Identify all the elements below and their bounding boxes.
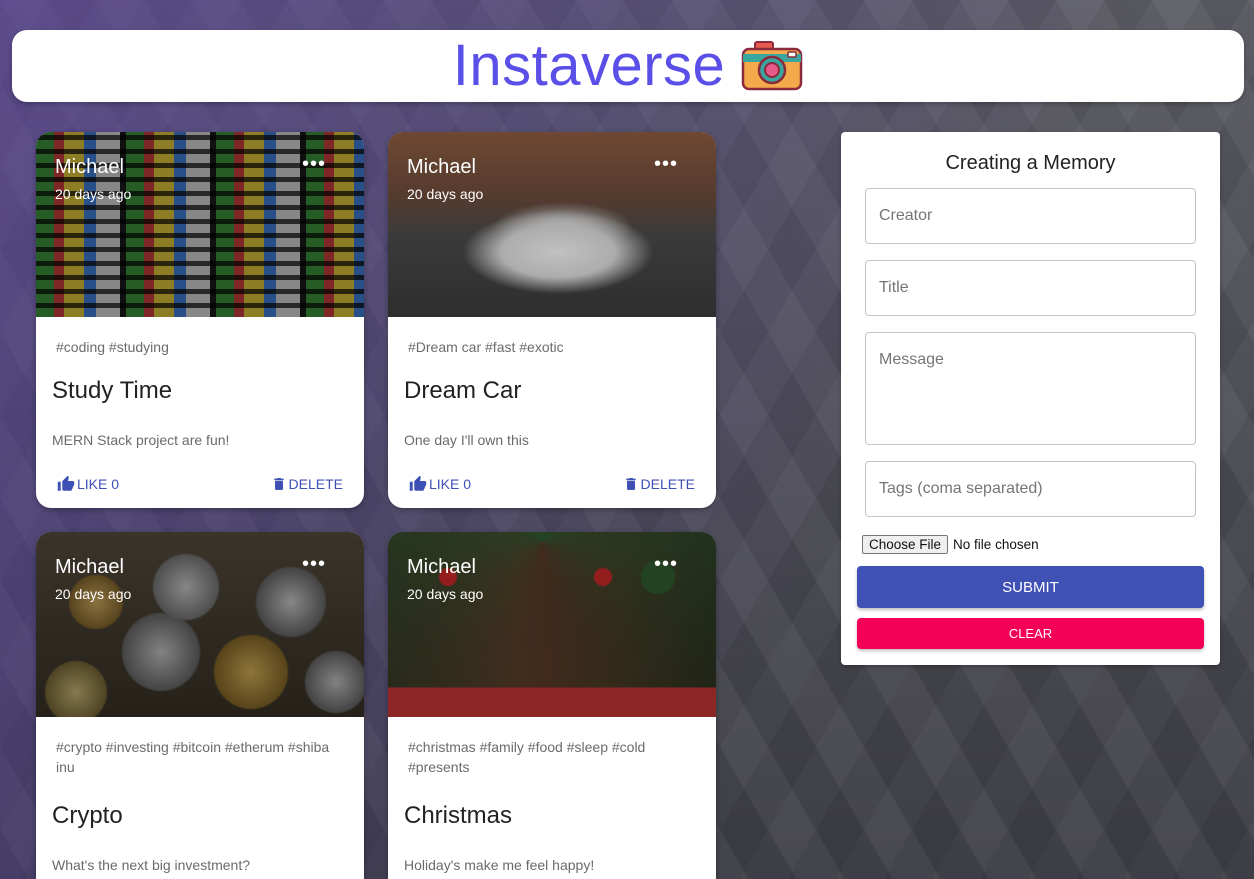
app-title: Instaverse: [452, 33, 726, 98]
post-author: Michael: [407, 156, 476, 178]
trash-icon: [273, 478, 284, 490]
like-label: LIKE 0: [77, 476, 120, 492]
post-author: Michael: [407, 556, 476, 578]
post-tags: #Dream car #fast #exotic: [408, 339, 564, 355]
delete-button[interactable]: DELETE: [623, 475, 695, 493]
thumb-up-icon: [409, 475, 427, 491]
post-image: Michael 20 days ago •••: [36, 532, 364, 717]
post-tags: #coding #studying: [56, 339, 169, 355]
file-upload: Choose File No file chosen: [862, 535, 1039, 554]
post-image: Michael 20 days ago •••: [388, 532, 716, 717]
post-time: 20 days ago: [407, 186, 484, 202]
message-input[interactable]: [865, 332, 1196, 445]
more-options-icon[interactable]: •••: [654, 554, 678, 574]
post-author: Michael: [55, 156, 124, 178]
post-message: Holiday's make me feel happy!: [404, 857, 595, 873]
more-options-icon[interactable]: •••: [654, 154, 678, 174]
post-card: Michael 20 days ago ••• #Dream car #fast…: [388, 132, 716, 508]
post-time: 20 days ago: [407, 586, 484, 602]
post-title: Dream Car: [404, 377, 522, 404]
post-tags: #christmas #family #food #sleep #cold #p…: [408, 739, 646, 775]
post-time: 20 days ago: [55, 586, 132, 602]
choose-file-button[interactable]: Choose File: [862, 535, 949, 554]
post-title: Study Time: [52, 377, 173, 404]
like-button[interactable]: LIKE 0: [57, 475, 119, 493]
form-title: Creating a Memory: [945, 152, 1116, 174]
post-message: One day I'll own this: [404, 432, 529, 448]
post-card: Michael 20 days ago ••• #crypto #investi…: [36, 532, 364, 879]
post-card: Michael 20 days ago ••• #christmas #fami…: [388, 532, 716, 879]
more-options-icon[interactable]: •••: [302, 554, 326, 574]
delete-label: DELETE: [288, 476, 343, 492]
post-message: What's the next big investment?: [52, 857, 250, 873]
post-image: Michael 20 days ago •••: [388, 132, 716, 317]
clear-button[interactable]: CLEAR: [857, 618, 1204, 649]
delete-button[interactable]: DELETE: [271, 475, 343, 493]
file-status: No file chosen: [953, 537, 1039, 552]
submit-button[interactable]: SUBMIT: [857, 566, 1204, 608]
post-image: Michael 20 days ago •••: [36, 132, 364, 317]
tags-input[interactable]: [865, 461, 1196, 517]
post-author: Michael: [55, 556, 124, 578]
create-memory-form: Creating a Memory Choose File No file ch…: [841, 132, 1220, 665]
trash-icon: [625, 478, 636, 490]
post-title: Crypto: [52, 802, 123, 829]
title-input[interactable]: [865, 260, 1196, 316]
post-tags: #crypto #investing #bitcoin #etherum #sh…: [56, 739, 330, 775]
post-card: Michael 20 days ago ••• #coding #studyin…: [36, 132, 364, 508]
post-time: 20 days ago: [55, 186, 132, 202]
delete-label: DELETE: [640, 476, 695, 492]
creator-input[interactable]: [865, 188, 1196, 244]
post-title: Christmas: [404, 802, 513, 829]
post-message: MERN Stack project are fun!: [52, 432, 230, 448]
camera-icon: [741, 40, 803, 92]
more-options-icon[interactable]: •••: [302, 154, 326, 174]
like-button[interactable]: LIKE 0: [409, 475, 471, 493]
like-label: LIKE 0: [429, 476, 472, 492]
thumb-up-icon: [57, 475, 75, 491]
app-bar: Instaverse: [12, 30, 1244, 102]
